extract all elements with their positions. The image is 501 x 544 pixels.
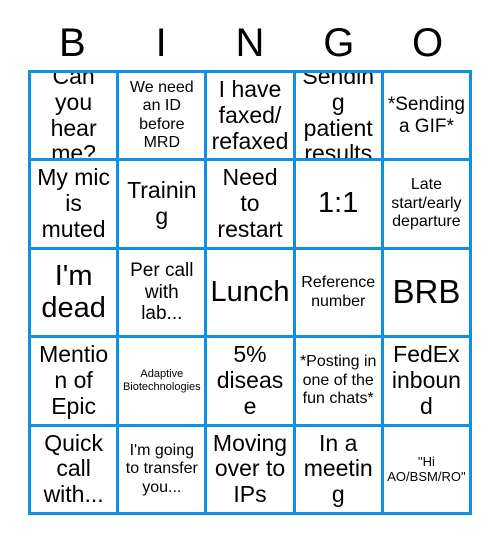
bingo-cell-label: Moving over to IPs bbox=[212, 429, 288, 508]
bingo-cell-label: Adaptive Biotechnologies bbox=[122, 367, 201, 393]
bingo-cell[interactable]: I have faxed/ refaxed bbox=[207, 73, 296, 162]
bingo-cell-label: Quick call with... bbox=[43, 429, 104, 508]
bingo-header-letter-b: B bbox=[59, 21, 86, 65]
bingo-header-letter-o: O bbox=[412, 21, 444, 65]
bingo-cell[interactable]: Per call with lab... bbox=[119, 249, 208, 339]
bingo-cell[interactable]: Need to restart bbox=[207, 161, 296, 250]
bingo-cell[interactable]: BRB bbox=[383, 249, 473, 339]
bingo-cell-label: I'm going to transfer you... bbox=[125, 441, 198, 496]
bingo-header-letter-i: I bbox=[155, 21, 167, 65]
bingo-cell[interactable]: FedEx inbound bbox=[383, 338, 473, 427]
bingo-cell-label: *Posting in one of the fun chats* bbox=[299, 353, 377, 408]
bingo-cell[interactable]: Moving over to IPs bbox=[207, 426, 296, 516]
bingo-cell[interactable]: Reference number bbox=[295, 249, 384, 339]
bingo-cell[interactable]: Can you hear me? bbox=[31, 73, 120, 162]
bingo-card: B I N G O Can you hear me? We need an ID… bbox=[0, 0, 501, 544]
bingo-row: My mic is muted Training Need to restart… bbox=[31, 161, 473, 250]
bingo-cell[interactable]: Mention of Epic bbox=[31, 338, 120, 427]
bingo-cell-label: Per call with lab... bbox=[130, 260, 194, 325]
bingo-cell[interactable]: 5% disease bbox=[207, 338, 296, 427]
bingo-cell-label: Need to restart bbox=[217, 164, 283, 242]
bingo-cell-label: My mic is muted bbox=[37, 164, 111, 242]
bingo-row: I'm dead Per call with lab... Lunch Refe… bbox=[31, 249, 473, 339]
bingo-cell[interactable]: "Hi AO/BSM/RO" bbox=[383, 426, 473, 516]
bingo-row: Quick call with... I'm going to transfer… bbox=[31, 426, 473, 516]
bingo-cell-label: Can you hear me? bbox=[50, 73, 97, 162]
bingo-cell[interactable]: Lunch bbox=[207, 249, 296, 339]
bingo-cell-label: Late start/early departure bbox=[391, 176, 462, 231]
bingo-cell-label: Reference number bbox=[301, 273, 376, 310]
bingo-cell[interactable]: My mic is muted bbox=[31, 161, 120, 250]
bingo-header-letter-g: G bbox=[323, 21, 355, 65]
bingo-cell[interactable]: We need an ID before MRD bbox=[119, 73, 208, 162]
bingo-cell-label: Mention of Epic bbox=[39, 341, 109, 419]
bingo-cell-label: Training bbox=[127, 177, 197, 230]
bingo-cell-label: Lunch bbox=[210, 275, 290, 308]
bingo-cell-label: 1:1 bbox=[318, 187, 359, 220]
bingo-cell-label: I have faxed/ refaxed bbox=[211, 76, 289, 154]
bingo-cell[interactable]: *Posting in one of the fun chats* bbox=[295, 338, 384, 427]
bingo-cell[interactable]: Quick call with... bbox=[31, 426, 120, 516]
bingo-cell-label: *Sending a GIF* bbox=[387, 94, 465, 137]
bingo-cell[interactable]: Sending patient results bbox=[295, 73, 384, 162]
bingo-cell-label: Sending patient results bbox=[302, 73, 375, 162]
bingo-cell-label: BRB bbox=[392, 273, 461, 311]
bingo-cell[interactable]: I'm going to transfer you... bbox=[119, 426, 208, 516]
bingo-row: Mention of Epic Adaptive Biotechnologies… bbox=[31, 338, 473, 427]
bingo-row: Can you hear me? We need an ID before MR… bbox=[31, 73, 473, 162]
bingo-cell-label: In a meeting bbox=[303, 429, 373, 508]
bingo-cell-label: 5% disease bbox=[216, 341, 284, 419]
bingo-header-row: B I N G O bbox=[28, 16, 472, 70]
bingo-cell-label: "Hi AO/BSM/RO" bbox=[387, 454, 466, 485]
bingo-header-letter-n: N bbox=[235, 21, 265, 65]
bingo-cell-label: FedEx inbound bbox=[391, 341, 461, 419]
bingo-cell[interactable]: Adaptive Biotechnologies bbox=[119, 338, 208, 427]
bingo-cell-label: We need an ID before MRD bbox=[129, 78, 194, 152]
bingo-grid: Can you hear me? We need an ID before MR… bbox=[28, 70, 473, 516]
bingo-cell[interactable]: I'm dead bbox=[31, 249, 120, 339]
bingo-cell[interactable]: *Sending a GIF* bbox=[383, 73, 473, 162]
bingo-cell[interactable]: 1:1 bbox=[295, 161, 384, 250]
bingo-cell[interactable]: In a meeting bbox=[295, 426, 384, 516]
bingo-cell-label: I'm dead bbox=[41, 260, 106, 324]
bingo-cell[interactable]: Training bbox=[119, 161, 208, 250]
bingo-cell[interactable]: Late start/early departure bbox=[383, 161, 473, 250]
